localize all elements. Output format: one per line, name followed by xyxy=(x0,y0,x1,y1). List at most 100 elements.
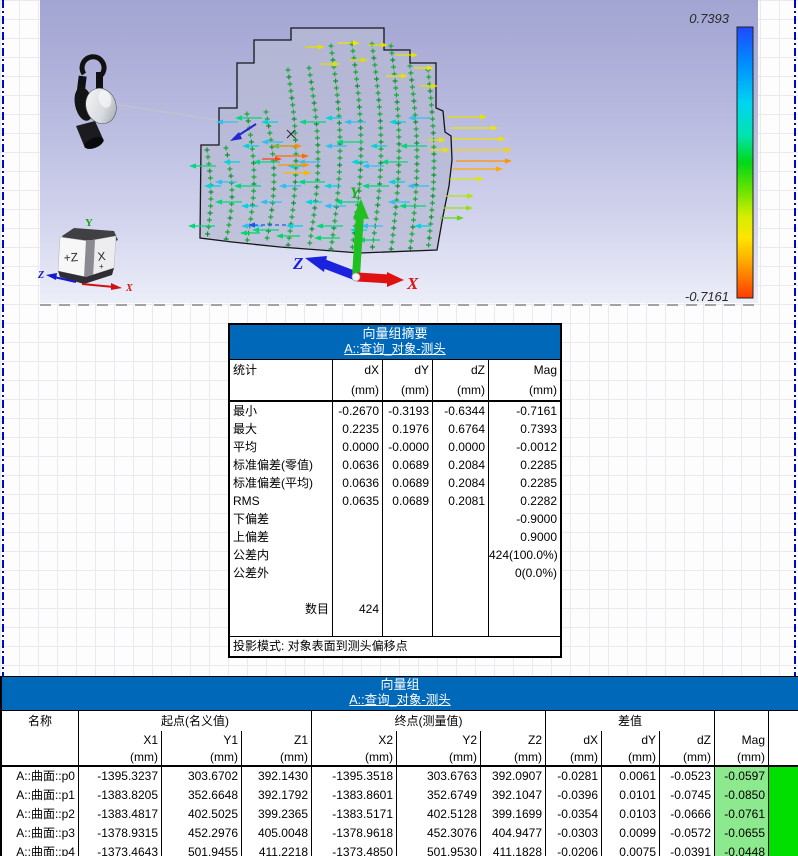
summary-value-cell: 0.2285 xyxy=(488,456,560,474)
summary-row-label: 公差内 xyxy=(230,546,332,564)
vector-name-cell: A::曲面::p0 xyxy=(2,767,78,786)
summary-row-label: 下偏差 xyxy=(230,510,332,528)
summary-value-cell xyxy=(382,546,432,564)
summary-unit-cell: (mm) xyxy=(488,380,560,400)
color-scale: 0.7393 -0.7161 xyxy=(685,11,753,304)
summary-value-cell: 0.7393 xyxy=(488,420,560,438)
summary-row: 公差外 0(0.0%) xyxy=(230,564,560,582)
summary-row-label: 公差外 xyxy=(230,564,332,582)
summary-value-cell xyxy=(432,600,488,618)
summary-value-cell xyxy=(432,528,488,546)
summary-value-cell xyxy=(488,600,560,618)
summary-col-header-row: 统计dXdYdZMag xyxy=(230,360,560,380)
vector-value-cell: -0.0396 xyxy=(545,786,601,805)
vector-value-cell: -0.0572 xyxy=(659,824,714,843)
summary-value-cell: 0.2084 xyxy=(432,456,488,474)
vector-value-cell: -1395.3518 xyxy=(311,767,396,786)
summary-row-label xyxy=(230,582,332,600)
axis-y-label: Y xyxy=(350,185,361,202)
vector-value-cell: 0.0103 xyxy=(601,805,659,824)
deviation-color-swatch xyxy=(768,805,798,824)
summary-value-cell xyxy=(382,618,432,636)
vector-value-cell: -0.0448 xyxy=(714,843,768,856)
summary-value-cell xyxy=(382,600,432,618)
summary-unit-cell: (mm) xyxy=(332,380,382,400)
deviation-color-swatch xyxy=(768,767,798,786)
vector-group-header: 差值 xyxy=(545,711,714,731)
summary-value-cell: -0.0000 xyxy=(382,438,432,456)
vector-sub-header: Mag xyxy=(714,731,768,749)
summary-row-label: 最小 xyxy=(230,402,332,420)
vector-table-row: A::曲面::p3-1378.9315452.2976405.0048-1378… xyxy=(2,824,798,843)
summary-value-cell: -0.7161 xyxy=(488,402,560,420)
vector-value-cell: -0.0354 xyxy=(545,805,601,824)
summary-value-cell: 0.6764 xyxy=(432,420,488,438)
cube-front-label: +Z xyxy=(63,250,78,265)
vector-value-cell: 392.1792 xyxy=(241,786,311,805)
summary-value-cell xyxy=(332,510,382,528)
vector-value-cell: -1373.4850 xyxy=(311,843,396,856)
view-cube[interactable]: +Z X + Y Z X xyxy=(37,217,133,294)
summary-value-cell xyxy=(432,546,488,564)
vector-value-cell: 402.5128 xyxy=(396,805,480,824)
summary-row: 下偏差-0.9000 xyxy=(230,510,560,528)
summary-value-cell: 0.0000 xyxy=(332,438,382,456)
summary-value-cell: 424(100.0%) xyxy=(488,546,560,564)
summary-value-cell xyxy=(332,618,382,636)
axis-z-label: Z xyxy=(292,254,303,273)
summary-row: 上偏差0.9000 xyxy=(230,528,560,546)
vector-value-cell: 352.6648 xyxy=(161,786,241,805)
vector-sub-header: dX xyxy=(545,731,601,749)
summary-col-header: dY xyxy=(382,360,432,380)
summary-value-cell: 0.2282 xyxy=(488,492,560,510)
report-page: +Z X + Y Z X Z Y X 0.7393 xyxy=(0,0,798,856)
vector-value-cell: 399.2365 xyxy=(241,805,311,824)
vector-unit-cell: (mm) xyxy=(480,749,545,765)
vector-table[interactable]: 向量组 A::查询_对象-测头 名称起点(名义值)终点(测量值)差值X1Y1Z1… xyxy=(0,676,798,856)
summary-row-label: RMS xyxy=(230,492,332,510)
viewport-3d-canvas[interactable]: +Z X + Y Z X Z Y X 0.7393 xyxy=(0,0,798,312)
summary-value-cell: 0.2084 xyxy=(432,474,488,492)
vector-sub-header: Y1 xyxy=(161,731,241,749)
vector-value-cell: 402.5025 xyxy=(161,805,241,824)
summary-row-label: 最大 xyxy=(230,420,332,438)
summary-row: RMS0.06350.06890.20810.2282 xyxy=(230,492,560,510)
vector-sub-header: X2 xyxy=(311,731,396,749)
vector-value-cell: 404.9477 xyxy=(480,824,545,843)
summary-row-label xyxy=(230,618,332,636)
summary-row xyxy=(230,582,560,600)
vector-value-cell: -1383.8601 xyxy=(311,786,396,805)
vector-table-subtitle: A::查询_对象-测头 xyxy=(2,693,798,708)
vector-value-cell: 399.1699 xyxy=(480,805,545,824)
summary-value-cell: 0.0689 xyxy=(382,456,432,474)
vector-sub-header: Z2 xyxy=(480,731,545,749)
summary-value-cell xyxy=(332,564,382,582)
vector-unit-cell: (mm) xyxy=(78,749,161,765)
vector-unit-cell xyxy=(2,749,78,765)
vector-group-header: 终点(测量值) xyxy=(311,711,545,731)
probe-device-icon xyxy=(72,57,121,152)
vector-value-cell: 501.9530 xyxy=(396,843,480,856)
vector-value-cell: -1373.4643 xyxy=(78,843,161,856)
vector-group-header xyxy=(768,711,798,731)
summary-row-label: 数目 xyxy=(230,600,332,618)
summary-value-cell: -0.2670 xyxy=(332,402,382,420)
summary-value-cell xyxy=(382,564,432,582)
vector-value-cell: -0.0850 xyxy=(714,786,768,805)
summary-value-cell xyxy=(432,564,488,582)
color-scale-max: 0.7393 xyxy=(689,11,730,26)
summary-table[interactable]: 向量组摘要 A::查询_对象-测头 统计dXdYdZMag(mm)(mm)(mm… xyxy=(228,323,562,658)
summary-value-cell xyxy=(382,528,432,546)
summary-value-cell: 0.2081 xyxy=(432,492,488,510)
vector-value-cell: 0.0099 xyxy=(601,824,659,843)
vector-value-cell: 392.1430 xyxy=(241,767,311,786)
vector-value-cell: -0.0666 xyxy=(659,805,714,824)
vector-value-cell: -0.0655 xyxy=(714,824,768,843)
vector-table-row: A::曲面::p4-1373.4643501.9455411.2218-1373… xyxy=(2,843,798,856)
summary-row-label: 平均 xyxy=(230,438,332,456)
summary-row: 标准偏差(零值)0.06360.06890.20840.2285 xyxy=(230,456,560,474)
summary-value-cell: 0.0689 xyxy=(382,474,432,492)
summary-value-cell: 0(0.0%) xyxy=(488,564,560,582)
summary-value-cell: 0.0636 xyxy=(332,474,382,492)
vector-sub-header: dZ xyxy=(659,731,714,749)
